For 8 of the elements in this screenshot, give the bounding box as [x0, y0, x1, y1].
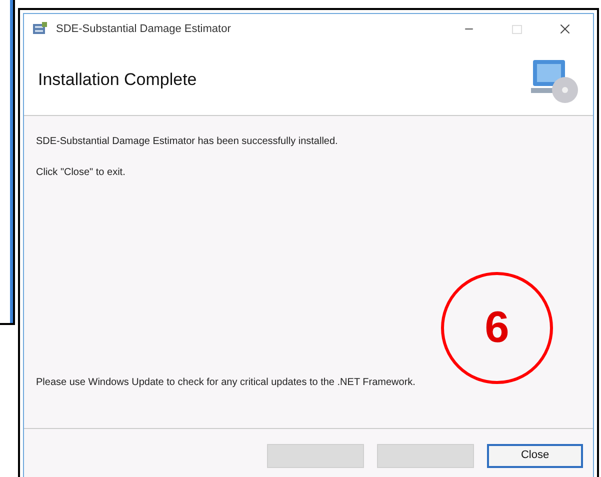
installer-icon	[32, 21, 48, 37]
message-text: SDE-Substantial Damage Estimator has been successfully installed.	[36, 135, 339, 149]
maximize-icon	[512, 24, 522, 34]
window-title: SDE-Substantial Damage Estimator	[56, 22, 231, 37]
page-heading: Installation Complete	[38, 68, 198, 91]
message-text: Click "Close" to exit.	[36, 166, 126, 180]
update-note: Please use Windows Update to check for any critical updates to the .NET Framework.	[36, 376, 416, 390]
close-dialog-button[interactable]: Close	[487, 444, 583, 468]
